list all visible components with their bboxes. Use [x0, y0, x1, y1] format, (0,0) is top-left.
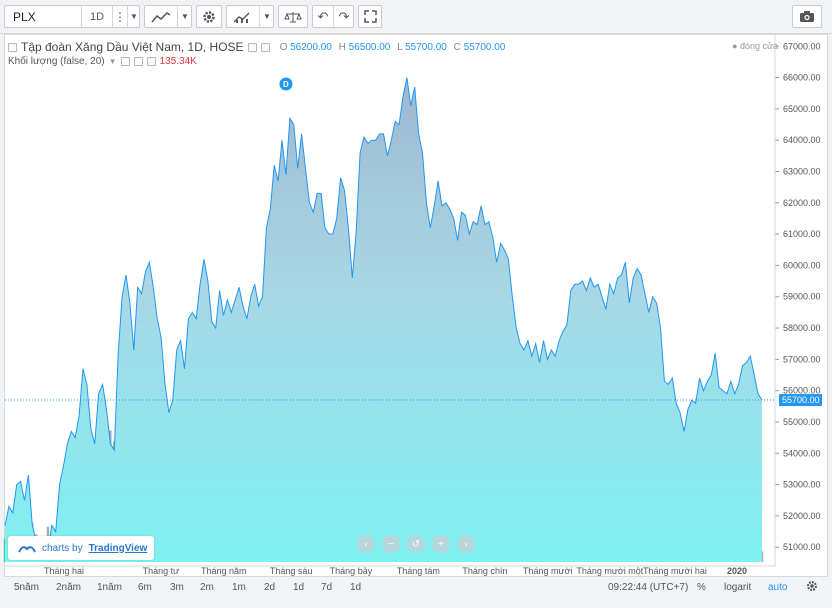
price-axis[interactable]: 51000.00 52000.00 53000.00 54000.00 55000.00… [774, 35, 822, 566]
settings-icon[interactable] [260, 42, 270, 52]
dividend-marker[interactable]: D [279, 77, 293, 91]
volume-title: Khối lượng (false, 20) [8, 56, 105, 67]
time-axis[interactable]: Tháng hai Tháng tư Tháng năm Tháng sáu Tháng… [4, 565, 775, 576]
y-tick-label: 61000.00 [783, 229, 821, 239]
y-tick-label: 65000.00 [783, 104, 821, 114]
credit-prefix: charts by [42, 542, 83, 554]
x-tick-label: Tháng năm [201, 566, 247, 576]
y-tick-label: 53000.00 [783, 480, 821, 490]
chevron-down-icon[interactable]: ▼ [109, 57, 117, 66]
tradingview-logo-icon [18, 546, 36, 553]
x-tick-label: Tháng mười một [576, 566, 643, 576]
range-1y[interactable]: 1năm [97, 582, 122, 593]
y-tick-label: 54000.00 [783, 448, 821, 458]
last-price-label: 55700.00 [782, 395, 820, 405]
scroll-right-icon[interactable]: › [457, 535, 475, 553]
x-tick-label: Tháng tư [143, 566, 180, 576]
scroll-left-icon[interactable]: ‹ [357, 535, 375, 553]
gear-icon[interactable] [806, 580, 818, 595]
price-chart[interactable]: 51000.00 52000.00 53000.00 54000.00 55000.00… [0, 0, 832, 608]
close-indicator: ● đóng cửa [732, 41, 778, 51]
clock-display: 09:22:44 (UTC+7) [608, 582, 689, 593]
y-tick-label: 63000.00 [783, 167, 821, 177]
main-legend: Tập đoàn Xăng Dầu Việt Nam, 1D, HOSE O 5… [8, 40, 509, 54]
y-tick-label: 64000.00 [783, 135, 821, 145]
range-1d[interactable]: 1d [293, 582, 304, 593]
y-tick-label: 60000.00 [783, 260, 821, 270]
range-1d-intraday[interactable]: 1d [350, 582, 361, 593]
range-2d[interactable]: 2d [264, 582, 275, 593]
y-tick-label: 62000.00 [783, 198, 821, 208]
x-tick-label: Tháng bảy [330, 566, 373, 576]
ohlc-values: O 56200.00 H 56500.00 L 55700.00 C 55700… [279, 41, 506, 53]
y-tick-label: 55000.00 [783, 417, 821, 427]
y-tick-label: 57000.00 [783, 354, 821, 364]
x-tick-label: Tháng hai [44, 566, 84, 576]
y-tick-label: 58000.00 [783, 323, 821, 333]
dividend-marker-label: D [283, 80, 289, 89]
reset-icon[interactable]: ↺ [407, 535, 425, 553]
settings-icon[interactable] [133, 57, 143, 66]
visibility-icon[interactable] [247, 42, 257, 52]
tradingview-credit[interactable]: charts by TradingView [8, 536, 154, 560]
x-tick-label: Tháng mười hai [643, 566, 707, 576]
y-tick-label: 67000.00 [783, 41, 821, 51]
close-icon[interactable] [146, 57, 156, 66]
percent-toggle[interactable]: % [697, 582, 706, 593]
collapse-icon[interactable] [8, 42, 17, 52]
x-tick-label: Tháng sáu [270, 566, 313, 576]
range-6m[interactable]: 6m [138, 582, 152, 593]
x-tick-label: Tháng chín [462, 566, 507, 576]
credit-link[interactable]: TradingView [89, 543, 148, 554]
series-title: Tập đoàn Xăng Dầu Việt Nam, 1D, HOSE [21, 40, 244, 54]
range-1m[interactable]: 1m [232, 582, 246, 593]
bottom-toolbar: 5năm 2năm 1năm 6m 3m 2m 1m 2d 1d 7d 1d 0… [0, 577, 832, 597]
visibility-icon[interactable] [120, 57, 130, 66]
price-area [5, 77, 762, 562]
y-tick-label: 66000.00 [783, 73, 821, 83]
volume-legend: Khối lượng (false, 20) ▼ 135.34K [8, 56, 197, 67]
auto-toggle[interactable]: auto [768, 582, 787, 593]
x-tick-label: Tháng mười [523, 566, 572, 576]
y-tick-label: 51000.00 [783, 542, 821, 552]
x-tick-label: 2020 [727, 566, 747, 576]
range-7d[interactable]: 7d [321, 582, 332, 593]
x-tick-label: Tháng tám [397, 566, 440, 576]
range-3m[interactable]: 3m [170, 582, 184, 593]
range-5y[interactable]: 5năm [14, 582, 39, 593]
range-2y[interactable]: 2năm [56, 582, 81, 593]
zoom-in-icon[interactable]: + [432, 535, 450, 553]
zoom-out-icon[interactable]: − [382, 535, 400, 553]
log-toggle[interactable]: logarit [724, 582, 751, 593]
y-tick-label: 59000.00 [783, 292, 821, 302]
range-2m[interactable]: 2m [200, 582, 214, 593]
volume-value: 135.34K [159, 56, 197, 67]
y-tick-label: 52000.00 [783, 511, 821, 521]
